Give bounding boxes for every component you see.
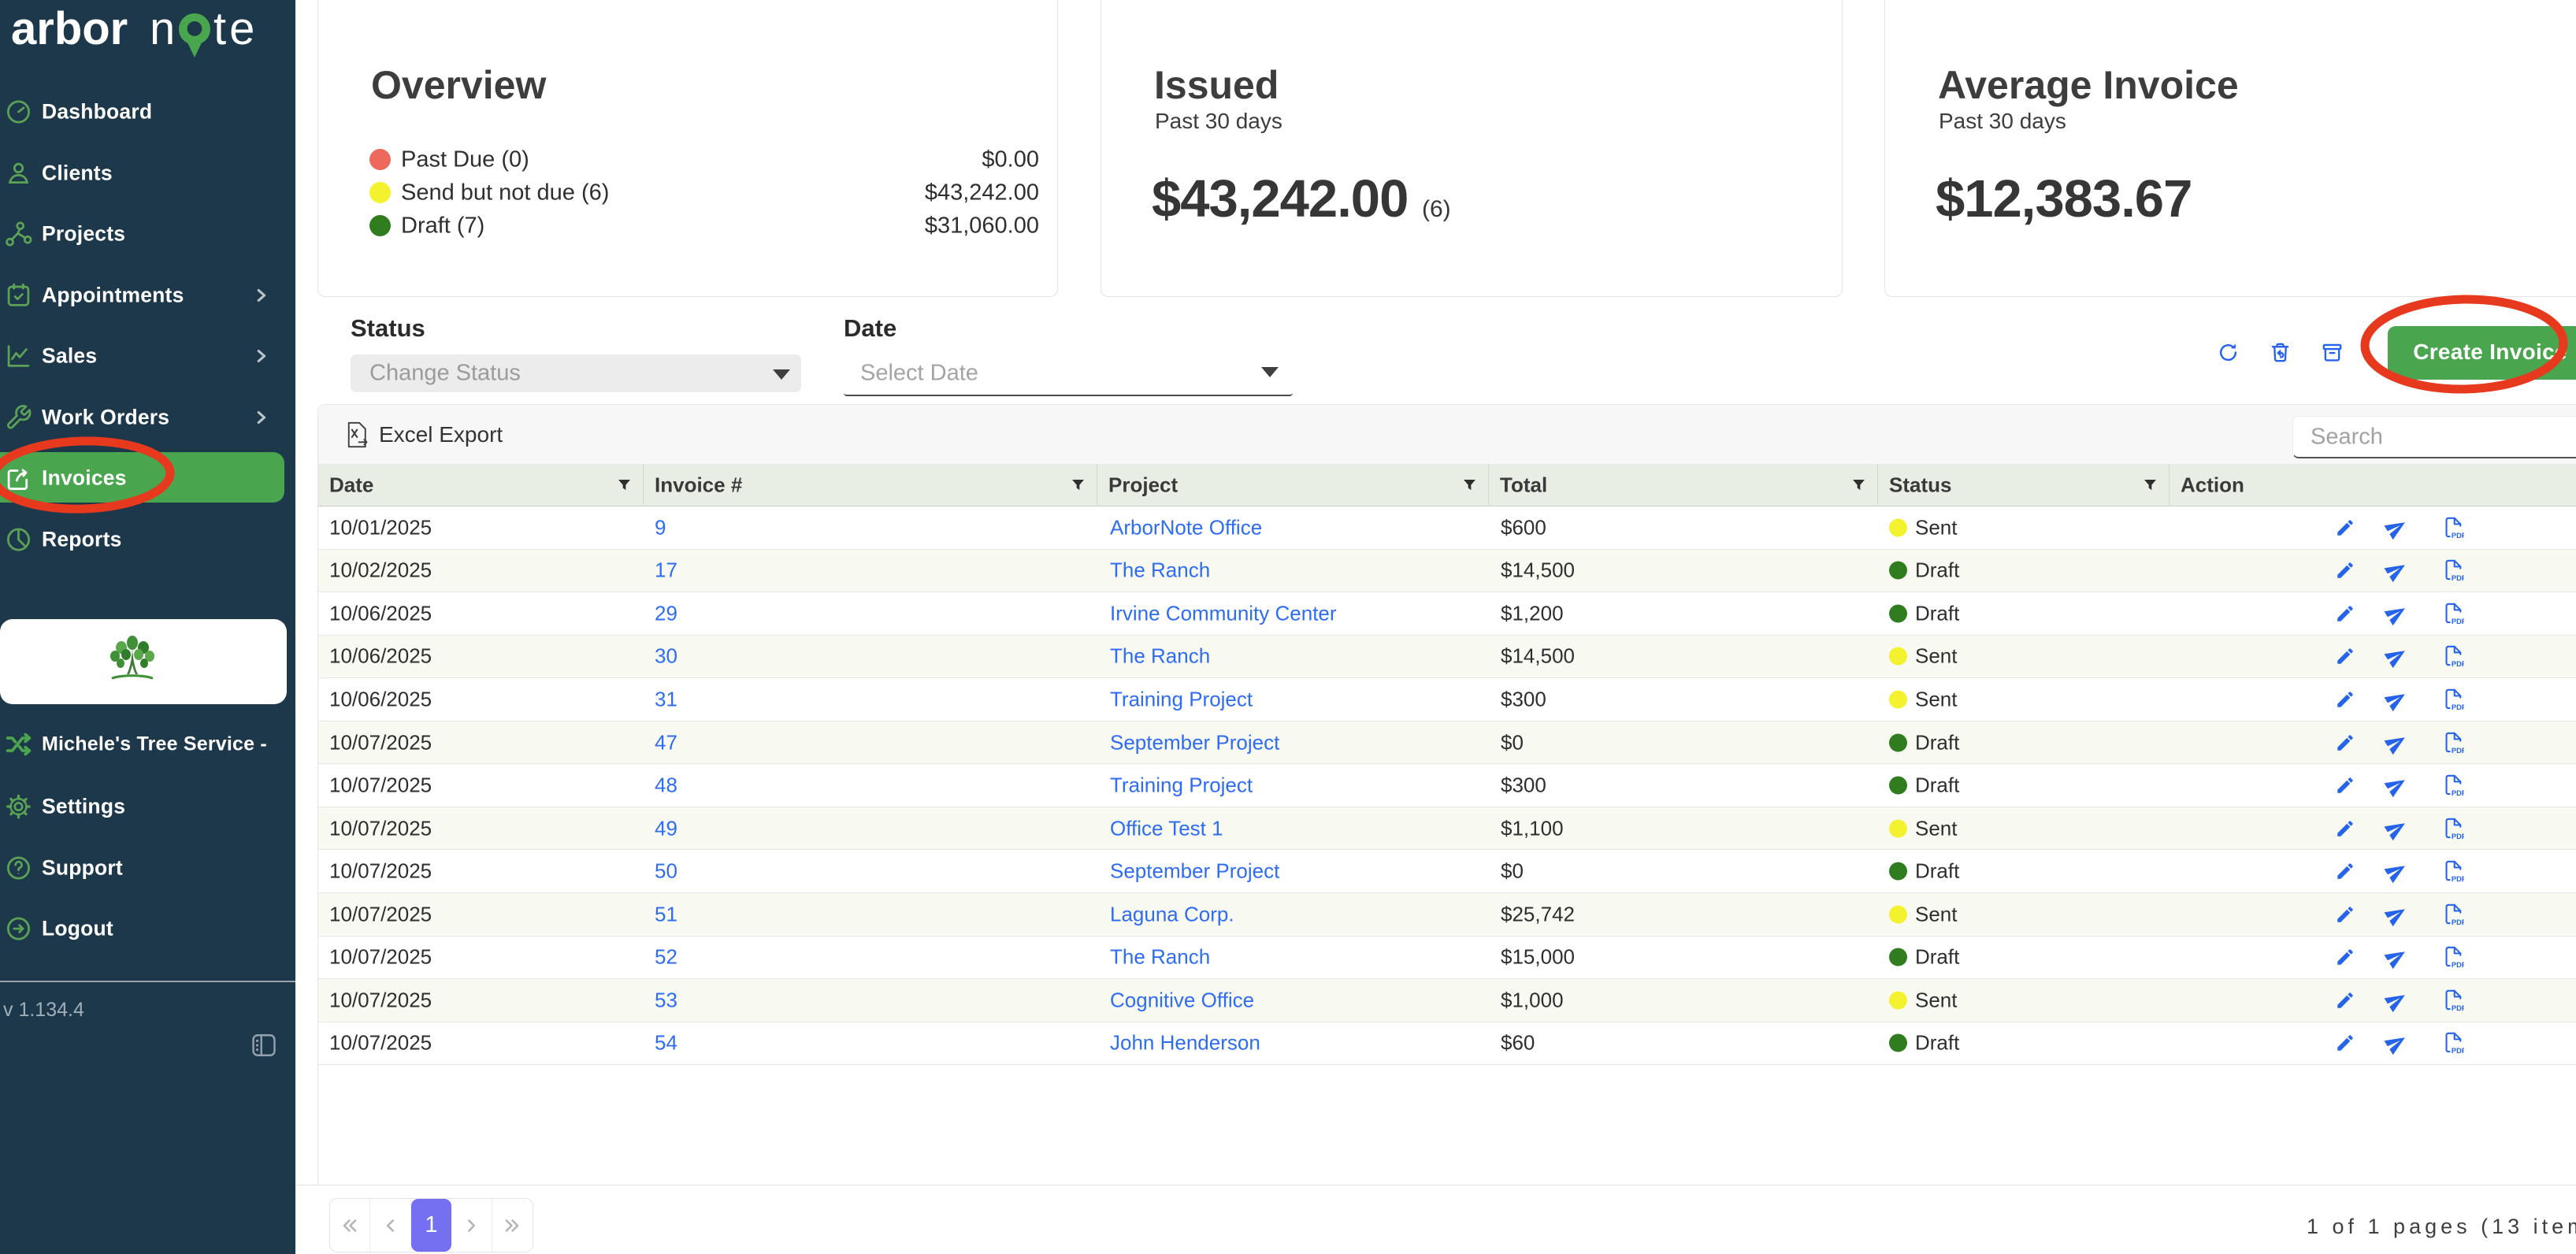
svg-text:PDF: PDF (2452, 660, 2464, 668)
svg-text:PDF: PDF (2452, 918, 2464, 926)
svg-text:PDF: PDF (2452, 618, 2464, 625)
svg-text:PDF: PDF (2452, 703, 2464, 711)
svg-text:PDF: PDF (2452, 1047, 2464, 1055)
svg-text:PDF: PDF (2452, 789, 2464, 797)
svg-text:PDF: PDF (2452, 574, 2464, 582)
svg-text:PDF: PDF (2452, 1004, 2464, 1012)
svg-text:PDF: PDF (2452, 961, 2464, 969)
svg-text:PDF: PDF (2452, 532, 2464, 540)
svg-text:PDF: PDF (2452, 875, 2464, 883)
svg-text:PDF: PDF (2452, 746, 2464, 754)
svg-text:PDF: PDF (2452, 832, 2464, 840)
